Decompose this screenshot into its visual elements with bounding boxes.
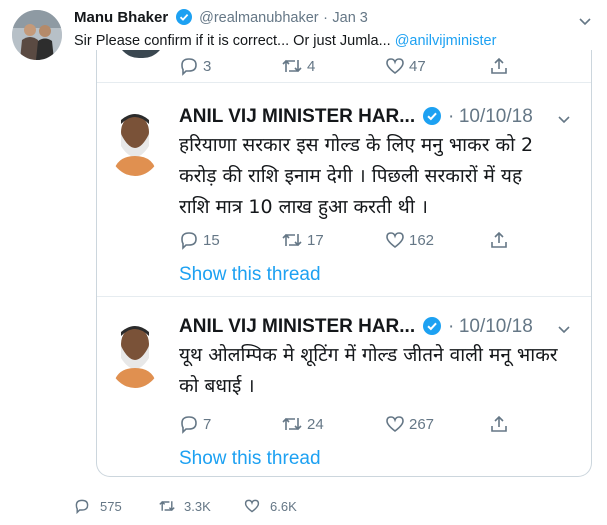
retweet-count: 3.3K [184,498,211,514]
like-count: 6.6K [270,498,297,514]
heart-icon [386,416,404,433]
quoted-author-name[interactable]: ANIL VIJ MINISTER HAR... [179,316,415,337]
tweet-body: Sir Please confirm if it is correct... O… [74,33,395,49]
quoted-text-line: को बधाई । [179,375,255,397]
author-handle[interactable]: @realmanubhaker [199,10,319,26]
divider [97,296,591,297]
retweet-count: 4 [307,57,316,75]
verified-icon [422,107,441,130]
retweet-icon [282,59,302,73]
reply-icon [181,232,197,250]
like-count: 47 [409,57,426,75]
divider [97,82,591,83]
share-icon [491,415,507,432]
retweet-action[interactable]: 3.3K [158,498,211,514]
author-photo [12,10,62,60]
retweet-icon [159,500,175,512]
quoted-date[interactable]: 10/10/18 [459,106,533,127]
chevron-down-icon[interactable] [557,320,571,339]
retweet-count: 17 [307,231,324,249]
tweet: Manu Bhaker @realmanubhaker · Jan 3 Sir … [0,0,607,525]
mention-link[interactable]: @anilvijminister [395,33,497,49]
separator-dot: · [448,106,455,127]
tweet-text: Sir Please confirm if it is correct... O… [74,33,496,49]
tweet-header: Manu Bhaker @realmanubhaker · Jan 3 [74,9,368,29]
like-count: 162 [409,231,435,249]
quoted-author-name[interactable]: ANIL VIJ MINISTER HAR... [179,106,415,127]
quoted-avatar[interactable] [107,318,163,388]
partial-avatar [117,50,165,58]
retweet-icon [282,417,302,431]
heart-icon [244,499,260,513]
share-icon [491,231,507,248]
quoted-text-line: राशि मात्र 10 लाख हुआ करती थी । [179,196,428,218]
show-thread-link[interactable]: Show this thread [179,264,321,286]
retweet-action[interactable]: 24 [281,414,324,434]
reply-icon [181,58,197,76]
reply-icon [75,499,89,514]
author-avatar[interactable] [12,10,62,60]
separator-dot: · [448,316,455,337]
chevron-down-icon[interactable] [557,110,571,129]
reply-count: 7 [203,415,212,433]
retweet-count: 24 [307,415,324,433]
like-action[interactable]: 6.6K [244,498,297,514]
reply-action[interactable]: 7 [179,414,211,434]
quoted-text-line: हरियाणा सरकार इस गोल्ड के लिए मनु भाकर क… [179,134,534,156]
like-count: 267 [409,415,435,433]
chevron-down-icon[interactable] [578,12,592,31]
quoted-text-line: करोड़ की राशि इनाम देगी । पिछली सरकारों … [179,165,523,187]
quoted-header: ANIL VIJ MINISTER HAR... · 10/10/18 [179,106,533,130]
verified-icon [422,317,441,340]
show-thread-link[interactable]: Show this thread [179,448,321,470]
heart-icon [386,232,404,249]
reply-action[interactable]: 575 [74,498,122,514]
share-action[interactable] [489,414,509,434]
like-action[interactable]: 47 [385,56,426,76]
quoted-avatar[interactable] [107,106,163,176]
share-icon [491,57,507,74]
retweet-icon [282,233,302,247]
quoted-thread-card[interactable]: 3 4 47 ANIL VIJ MINISTER HAR... · 10/10/… [96,50,592,477]
separator-dot: · [323,10,328,26]
reply-count: 15 [203,231,220,249]
tweet-date[interactable]: Jan 3 [332,10,367,26]
verified-icon [175,9,192,29]
quoted-date[interactable]: 10/10/18 [459,316,533,337]
like-action[interactable]: 162 [385,230,434,250]
share-action[interactable] [489,230,509,250]
quoted-header: ANIL VIJ MINISTER HAR... · 10/10/18 [179,316,533,340]
reply-action[interactable]: 15 [179,230,220,250]
author-name[interactable]: Manu Bhaker [74,9,168,26]
reply-icon [181,416,197,434]
quoted-text-line: यूथ ओलम्पिक मे शूटिंग में गोल्ड जीतने वा… [179,344,558,366]
retweet-action[interactable]: 17 [281,230,324,250]
share-action[interactable] [489,56,509,76]
like-action[interactable]: 267 [385,414,434,434]
reply-action[interactable]: 3 [179,56,211,76]
retweet-action[interactable]: 4 [281,56,315,76]
quoted-text: हरियाणा सरकार इस गोल्ड के लिए मनु भाकर क… [179,130,579,223]
reply-count: 3 [203,57,212,75]
quoted-text: यूथ ओलम्पिक मे शूटिंग में गोल्ड जीतने वा… [179,340,579,402]
heart-icon [386,58,404,75]
tweet-actions: 575 3.3K 6.6K [74,498,594,520]
reply-count: 575 [100,498,122,514]
